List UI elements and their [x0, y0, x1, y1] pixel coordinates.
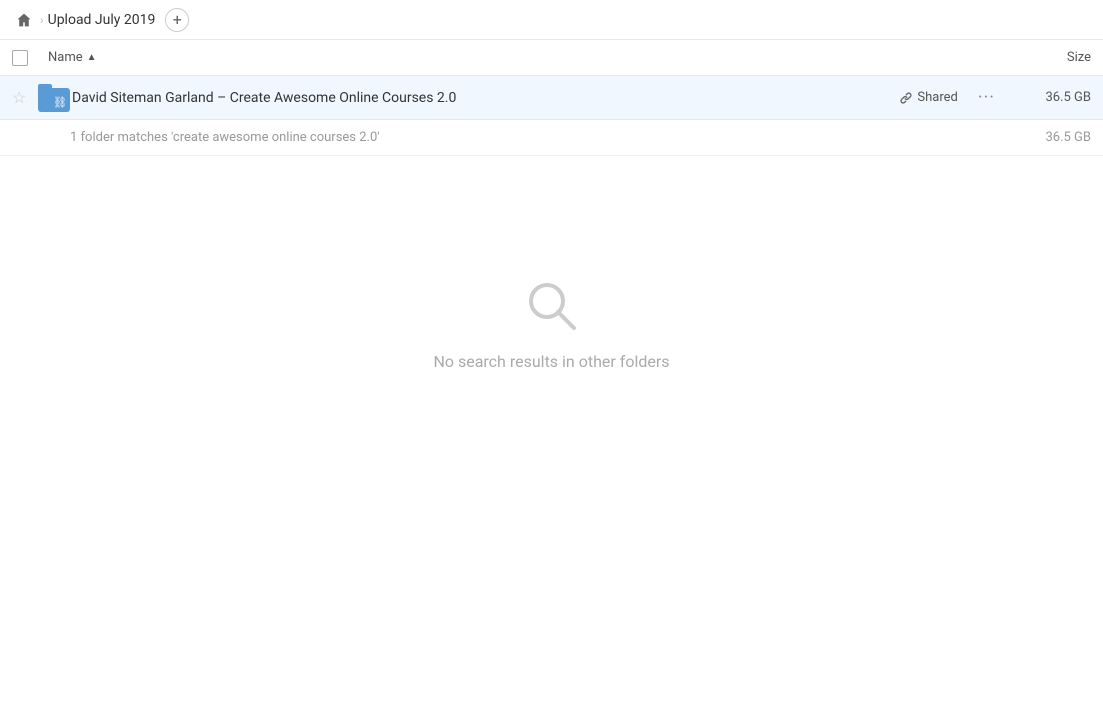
select-all-checkbox[interactable] — [12, 50, 28, 66]
add-button[interactable]: + — [165, 8, 189, 32]
home-button[interactable] — [12, 8, 36, 32]
star-icon: ☆ — [12, 88, 26, 107]
link-badge-icon — [899, 91, 913, 105]
name-column-header[interactable]: Name ▲ — [48, 50, 991, 65]
match-info-text: 1 folder matches 'create awesome online … — [70, 130, 1045, 145]
checkbox-col — [12, 50, 48, 66]
folder-icon-wrap: ⛓ — [38, 84, 70, 112]
shared-badge: Shared — [899, 90, 957, 105]
file-size: 36.5 GB — [1011, 90, 1091, 105]
file-row[interactable]: ☆ ⛓ David Siteman Garland – Create Aweso… — [0, 76, 1103, 120]
star-button[interactable]: ☆ — [12, 88, 36, 107]
folder-body: ⛓ — [38, 88, 70, 112]
more-options-button[interactable]: ··· — [970, 83, 1003, 112]
breadcrumb-separator: › — [40, 13, 44, 27]
column-headers: Name ▲ Size — [0, 40, 1103, 76]
size-column-header[interactable]: Size — [991, 50, 1091, 65]
sort-arrow-icon: ▲ — [87, 52, 97, 63]
match-info-row: 1 folder matches 'create awesome online … — [0, 120, 1103, 156]
breadcrumb-bar: › Upload July 2019 + — [0, 0, 1103, 40]
breadcrumb-item[interactable]: Upload July 2019 — [48, 12, 156, 28]
file-name: David Siteman Garland – Create Awesome O… — [72, 90, 899, 106]
no-results-message: No search results in other folders — [433, 352, 669, 371]
empty-state: No search results in other folders — [0, 156, 1103, 371]
shared-label: Shared — [917, 90, 957, 105]
link-icon: ⛓ — [53, 96, 67, 109]
no-results-search-icon — [522, 276, 582, 336]
plus-icon: + — [173, 12, 182, 28]
match-info-size: 36.5 GB — [1045, 130, 1091, 145]
home-icon — [16, 12, 32, 28]
file-icon: ⛓ — [36, 84, 72, 112]
